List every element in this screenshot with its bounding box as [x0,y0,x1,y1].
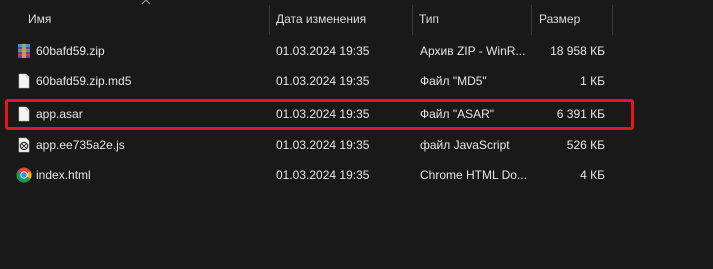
column-header-size[interactable]: Размер [533,0,613,36]
file-size: 6 391 КБ [556,107,605,121]
file-row[interactable]: 60bafd59.zip 01.03.2024 19:35 Архив ZIP … [0,36,713,66]
column-header-name[interactable]: Имя [22,0,268,36]
file-type: файл JavaScript [420,138,510,152]
file-name: app.asar [36,107,83,121]
column-header-date[interactable]: Дата изменения [270,0,412,36]
file-row[interactable]: app.ee735a2e.js 01.03.2024 19:35 файл Ja… [0,130,713,160]
blank-file-icon [18,73,30,89]
file-row[interactable]: index.html 01.03.2024 19:35 Chrome HTML … [0,160,713,190]
javascript-file-icon [18,137,30,153]
file-name: app.ee735a2e.js [36,138,125,152]
winrar-archive-icon [18,44,30,58]
blank-file-icon [18,106,30,122]
file-row[interactable]: 60bafd59.zip.md5 01.03.2024 19:35 Файл "… [0,66,713,96]
file-name: 60bafd59.zip [36,44,105,58]
file-date: 01.03.2024 19:35 [276,107,370,121]
file-size: 526 КБ [566,138,605,152]
file-explorer-view: Имя Дата изменения Тип Размер 60bafd59.z… [0,0,713,269]
file-type: Файл "ASAR" [420,107,495,121]
file-type: Архив ZIP - WinR... [420,44,526,58]
file-date: 01.03.2024 19:35 [276,138,370,152]
chrome-icon [16,167,32,183]
file-size: 1 КБ [580,74,605,88]
file-name: index.html [36,168,91,182]
file-type: Chrome HTML Do... [420,168,527,182]
column-header-type[interactable]: Тип [413,0,531,36]
file-date: 01.03.2024 19:35 [276,74,370,88]
file-size: 18 958 КБ [550,44,605,58]
file-row[interactable]: app.asar 01.03.2024 19:35 Файл "ASAR" 6 … [0,99,713,129]
file-date: 01.03.2024 19:35 [276,168,370,182]
column-divider[interactable] [612,5,613,35]
file-size: 4 КБ [580,168,605,182]
column-header-bar: Имя Дата изменения Тип Размер [0,0,713,36]
file-type: Файл "MD5" [420,74,487,88]
file-date: 01.03.2024 19:35 [276,44,370,58]
column-divider[interactable] [531,5,532,35]
file-name: 60bafd59.zip.md5 [36,74,132,88]
